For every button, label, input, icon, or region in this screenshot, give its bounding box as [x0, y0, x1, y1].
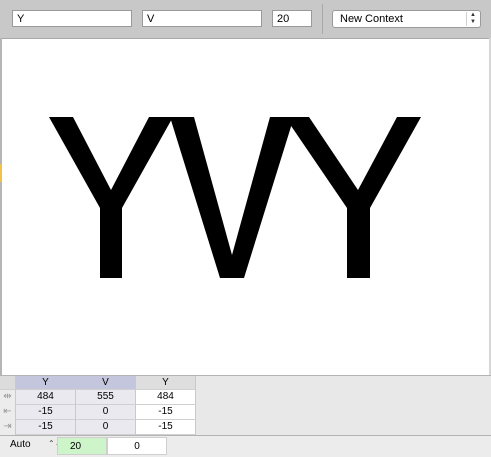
value-b-field[interactable]: 0 — [107, 437, 167, 455]
value-a-field[interactable]: 20 — [57, 437, 107, 455]
table-cell[interactable]: -15 — [16, 405, 76, 420]
table-cell[interactable]: -15 — [136, 420, 196, 435]
toolbar-separator — [322, 4, 323, 34]
table-cell[interactable]: 555 — [76, 390, 136, 405]
column-header[interactable]: Y — [136, 376, 196, 390]
column-header[interactable]: Y — [16, 376, 76, 390]
context-select-label: New Context — [340, 13, 403, 25]
table-cell[interactable]: 484 — [16, 390, 76, 405]
context-select[interactable]: New Context ▲ ▼ — [332, 10, 481, 28]
glyph-y-2 — [285, 117, 421, 278]
double-arrow-icon: ⇹ — [0, 390, 16, 405]
right-glyph-input[interactable] — [142, 10, 262, 27]
right-arrow-icon: ⇥ — [0, 420, 16, 435]
footer-bar: Auto ⌃⌄ 20 0 — [0, 435, 491, 457]
table-cell[interactable]: -15 — [136, 405, 196, 420]
kerning-table: Y V Y ⇹ 484 555 484 ⇤ -15 0 -15 ⇥ -15 0 … — [0, 375, 491, 436]
toolbar: New Context ▲▼ — [0, 0, 491, 39]
updown-chevron-icon: ▲ ▼ — [466, 12, 479, 26]
table-cell[interactable]: 0 — [76, 420, 136, 435]
table-cell[interactable]: -15 — [16, 420, 76, 435]
glyph-y-1 — [49, 117, 173, 278]
glyph-preview-svg — [49, 117, 421, 278]
size-input[interactable] — [272, 10, 312, 27]
glyph-preview — [2, 38, 489, 374]
left-glyph-input[interactable] — [12, 10, 132, 27]
table-cell[interactable]: 0 — [76, 405, 136, 420]
glyph-v — [170, 117, 294, 278]
column-header[interactable]: V — [76, 376, 136, 390]
table-cell[interactable]: 484 — [136, 390, 196, 405]
left-arrow-icon: ⇤ — [0, 405, 16, 420]
table-corner — [0, 376, 16, 390]
mode-select[interactable]: Auto — [10, 439, 31, 450]
